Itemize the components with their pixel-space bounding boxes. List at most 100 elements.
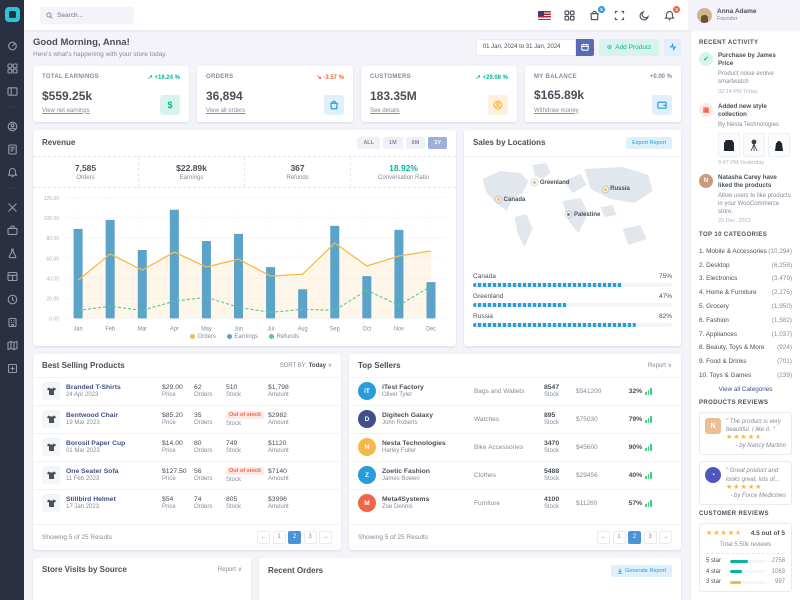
period-tab[interactable]: 1M xyxy=(383,137,403,149)
seller-percent: 79% xyxy=(618,416,652,423)
apps-grid-icon xyxy=(7,63,18,74)
sidebar-item-widgets[interactable] xyxy=(0,219,24,242)
best-selling-rows: Branded T-Shirts24 Apr 2023 $29.00Price … xyxy=(33,377,341,524)
category-row[interactable]: 10. Toys & Games(239) xyxy=(699,368,792,382)
shuffle-icon xyxy=(7,202,18,213)
product-review-card[interactable]: N " The product is very beautiful. I lik… xyxy=(699,412,792,455)
category-row[interactable]: 1. Mobile & Accessories(10,294) xyxy=(699,244,792,258)
cart-button[interactable]: 5 xyxy=(588,9,601,22)
report-dropdown[interactable]: Report ∨ xyxy=(218,566,242,573)
page-button[interactable]: ← xyxy=(257,531,270,544)
stat-link[interactable]: See details xyxy=(370,108,400,114)
stat-link[interactable]: View net earnings xyxy=(42,108,90,114)
category-row[interactable]: 9. Food & Drinks(701) xyxy=(699,355,792,369)
sidebar-item-pages[interactable] xyxy=(0,138,24,161)
seller-logo: N xyxy=(358,438,376,456)
activity-button[interactable] xyxy=(664,39,681,56)
calendar-button[interactable] xyxy=(576,39,594,56)
sidebar-item-forms[interactable] xyxy=(0,242,24,265)
total-reviews: Total 5.50k reviews xyxy=(706,542,785,554)
view-all-categories-link[interactable]: View all Categories xyxy=(699,386,792,393)
search-input[interactable] xyxy=(57,12,127,19)
seller-percent: 32% xyxy=(618,388,652,395)
page-button[interactable]: 3 xyxy=(304,531,317,544)
sidebar-divider: ··· xyxy=(7,184,17,196)
map-marker-canada[interactable]: Canada xyxy=(496,197,525,203)
page-button[interactable]: → xyxy=(319,531,332,544)
page-button[interactable]: 2 xyxy=(288,531,301,544)
page-button[interactable]: → xyxy=(659,531,672,544)
map-marker-russia[interactable]: Russia xyxy=(603,186,630,192)
sidebar-item-landing[interactable] xyxy=(0,161,24,184)
amount-cell: $1120Amount xyxy=(268,440,304,455)
seller-row[interactable]: D Digitech GalaxyJohn Roberts Watches 89… xyxy=(349,405,681,433)
product-row[interactable]: Borosil Paper Cup01 Mar 2023 $14.00Price… xyxy=(33,433,341,461)
report-dropdown[interactable]: Report ∨ xyxy=(648,362,672,369)
product-review-card[interactable]: ◔ " Great product and looks great, lots … xyxy=(699,461,792,504)
export-report-button[interactable]: Export Report xyxy=(626,137,672,149)
product-row[interactable]: Branded T-Shirts24 Apr 2023 $29.00Price … xyxy=(33,377,341,405)
activity-item[interactable]: ▣ Added new style collection By Nesta Te… xyxy=(699,103,792,166)
results-summary: Showing 5 of 25 Results xyxy=(42,534,112,541)
seller-row[interactable]: Z Zoetic FashionJames Bowen Clothes 5488… xyxy=(349,461,681,489)
page-button[interactable]: 1 xyxy=(273,531,286,544)
period-tab[interactable]: 6M xyxy=(406,137,426,149)
sidebar-item-base-ui[interactable] xyxy=(0,196,24,219)
web-apps-button[interactable] xyxy=(563,9,576,22)
sidebar-item-charts[interactable] xyxy=(0,288,24,311)
product-row[interactable]: Bentwood Chair19 Mar 2023 $85.20Price 35… xyxy=(33,405,341,433)
category-row[interactable]: 2. Desktop(6,256) xyxy=(699,258,792,272)
product-row[interactable]: Stillbird Helmet17 Jan 2023 $54Price 74O… xyxy=(33,489,341,517)
period-tab[interactable]: 1Y xyxy=(428,137,447,149)
us-flag-icon xyxy=(538,11,551,20)
world-map[interactable]: Greenland Canada Russia Palestine xyxy=(472,159,673,265)
app-logo-icon[interactable] xyxy=(5,7,20,22)
stat-link[interactable]: View all orders xyxy=(206,108,245,114)
fullscreen-button[interactable] xyxy=(613,9,626,22)
add-product-button[interactable]: ⊕Add Product xyxy=(599,39,659,56)
activity-item[interactable]: ✓ Purchase by James Price Product noise … xyxy=(699,52,792,95)
seller-stock-cell: 895Stock xyxy=(544,412,576,427)
seller-row[interactable]: iT iTest FactoryOliver Tyler Bags and Wa… xyxy=(349,377,681,405)
sidebar-item-apps[interactable] xyxy=(0,57,24,80)
seller-row[interactable]: N Nesta TechnologiesHarley Fuller Bike A… xyxy=(349,433,681,461)
map-icon xyxy=(7,340,18,351)
user-menu[interactable]: Anna Adame Founder xyxy=(688,0,800,30)
map-marker-palestine[interactable]: Palestine xyxy=(566,212,600,218)
page-button[interactable]: 1 xyxy=(613,531,626,544)
date-range-input[interactable]: 01 Jan, 2024 to 31 Jan, 2024 xyxy=(476,39,576,56)
product-row[interactable]: One Seater Sofa11 Feb 2023 $127.50Price … xyxy=(33,461,341,489)
page-button[interactable]: ← xyxy=(597,531,610,544)
period-tab[interactable]: ALL xyxy=(357,137,380,149)
stat-link[interactable]: Withdraw money xyxy=(534,108,579,114)
activity-item[interactable]: N Natasha Carey have liked the products … xyxy=(699,174,792,225)
generate-report-button[interactable]: Generate Report xyxy=(611,565,672,577)
category-row[interactable]: 5. Grocery(1,950) xyxy=(699,300,792,314)
global-search[interactable] xyxy=(40,7,134,24)
notifications-button[interactable]: 3 xyxy=(663,9,676,22)
location-progress-row: Greenland47% xyxy=(473,293,672,307)
sidebar-item-multilevel[interactable] xyxy=(0,357,24,380)
sidebar-item-maps[interactable] xyxy=(0,334,24,357)
category-row[interactable]: 8. Beauty, Toys & More(924) xyxy=(699,341,792,355)
page-button[interactable]: 3 xyxy=(644,531,657,544)
category-row[interactable]: 4. Home & Furniture(2,275) xyxy=(699,286,792,300)
sort-by-dropdown[interactable]: SORT BY: Today ∨ xyxy=(280,362,332,369)
category-row[interactable]: 7. Appliances(1,037) xyxy=(699,327,792,341)
sidebar-item-layouts[interactable] xyxy=(0,80,24,103)
sidebar-item-dashboards[interactable] xyxy=(0,34,24,57)
language-flag-button[interactable] xyxy=(538,9,551,22)
icon-sidebar: ··· ··· xyxy=(0,0,24,600)
seller-row[interactable]: M Meta4SystemsZoe Dennis Furniture 4100S… xyxy=(349,489,681,517)
sidebar-item-authentication[interactable] xyxy=(0,115,24,138)
sidebar-item-tables[interactable] xyxy=(0,265,24,288)
moon-icon xyxy=(639,10,650,21)
category-row[interactable]: 6. Fashion(1,582) xyxy=(699,313,792,327)
sidebar-item-icons[interactable] xyxy=(0,311,24,334)
map-marker-greenland[interactable]: Greenland xyxy=(532,180,569,186)
revenue-chart: 0.0020.0040.0060.0080.00100.00120.00JanF… xyxy=(38,191,451,334)
page-button[interactable]: 2 xyxy=(628,531,641,544)
category-row[interactable]: 3. Electronics(3,479) xyxy=(699,272,792,286)
layouts-icon xyxy=(7,86,18,97)
dark-mode-button[interactable] xyxy=(638,9,651,22)
